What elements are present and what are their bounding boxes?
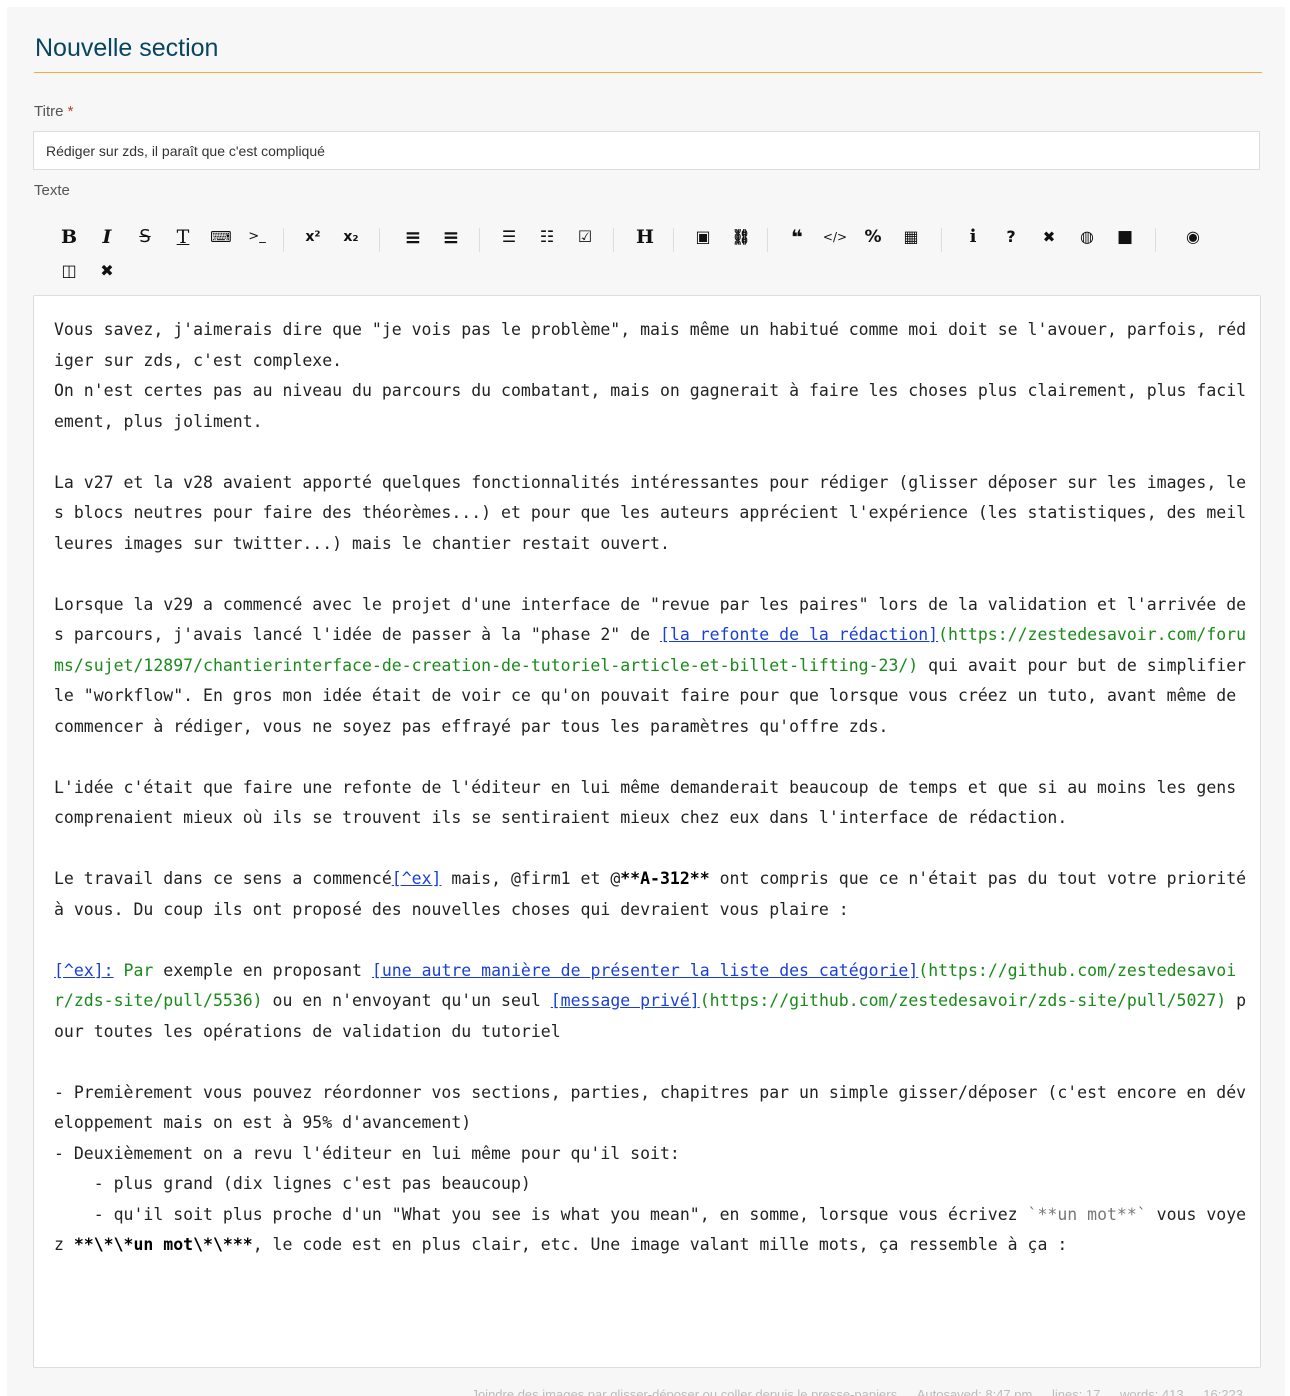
drop-hint: Joindre des images par glisser-déposer o…: [471, 1387, 898, 1396]
toolbar-separator: [613, 228, 614, 252]
markdown-link-url: (https://github.com/zestedesavoir/zds-si…: [699, 991, 1227, 1010]
toolbar-separator: [1155, 228, 1156, 252]
list-item: - plus grand (dix lignes c'est pas beauc…: [54, 1174, 531, 1193]
image-icon[interactable]: ▣: [689, 223, 717, 251]
editor-text: , le code est en plus clair, etc. Une im…: [252, 1235, 1068, 1254]
question-block-icon[interactable]: ?: [997, 223, 1025, 251]
heading-icon[interactable]: H: [631, 223, 659, 251]
editor-toolbar: B I S T ⌨ >_ x² x₂ ≡ ≡ ☰ ☷ ☑ H ▣ ⛓ ❝ </>…: [55, 223, 1265, 293]
neutral-block-icon[interactable]: ■: [1111, 223, 1139, 251]
editor-text: - qu'il soit plus proche d'un "What you …: [54, 1204, 1028, 1224]
align-right-icon[interactable]: ≡: [437, 223, 465, 251]
strikethrough-icon[interactable]: S: [131, 223, 159, 251]
footnote-text: Par: [113, 960, 154, 980]
editor-status-bar: Joindre des images par glisser-déposer o…: [455, 1387, 1243, 1396]
keyboard-icon[interactable]: ⌨: [207, 223, 235, 251]
section-form-panel: Nouvelle section Titre * Texte B I S T ⌨…: [7, 7, 1285, 1396]
editor-line: Vous savez, j'aimerais dire que "je vois…: [54, 320, 1247, 370]
markdown-strong: **\*\*un mot\*\***: [73, 1235, 253, 1254]
toolbar-separator: [479, 228, 480, 252]
numbered-list-icon[interactable]: ☷: [533, 223, 561, 251]
toolbar-separator: [941, 228, 942, 252]
italic-icon[interactable]: I: [93, 223, 121, 251]
link-icon[interactable]: ⛓: [727, 223, 755, 251]
title-underline: [34, 72, 1262, 73]
cursor-position: 16:223: [1203, 1387, 1243, 1396]
toolbar-row-1: B I S T ⌨ >_ x² x₂ ≡ ≡ ☰ ☷ ☑ H ▣ ⛓ ❝ </>…: [55, 223, 1265, 252]
editor-text: ou en n'envoyant qu'un seul: [262, 991, 551, 1010]
subscript-icon[interactable]: x₂: [337, 223, 365, 251]
footnote-definition-ref: [^ex]:: [54, 960, 114, 980]
editor-line: La v27 et la v28 avaient apporté quelque…: [54, 472, 1247, 553]
checklist-icon[interactable]: ☑: [571, 223, 599, 251]
superscript-icon[interactable]: x²: [299, 223, 327, 251]
abbreviation-icon[interactable]: T: [169, 223, 197, 251]
editor-content[interactable]: Vous savez, j'aimerais dire que "je vois…: [54, 315, 1254, 1261]
markdown-link-text: [une autre manière de présenter la liste…: [371, 960, 919, 980]
editor-line: On n'est certes pas au niveau du parcour…: [54, 381, 1247, 431]
eye-icon[interactable]: ◉: [1179, 223, 1207, 251]
text-label: Texte: [34, 182, 70, 199]
toolbar-separator: [379, 228, 380, 252]
list-item: - Premièrement vous pouvez réordonner vo…: [54, 1082, 1247, 1133]
toolbar-separator: [673, 228, 674, 252]
editor-line: L'idée c'était que faire une refonte de …: [54, 777, 1247, 828]
fullscreen-icon[interactable]: ✖: [93, 257, 121, 285]
page: Nouvelle section Titre * Texte B I S T ⌨…: [0, 0, 1290, 1396]
quote-icon[interactable]: ❝: [783, 223, 811, 251]
table-icon[interactable]: ▦: [897, 223, 925, 251]
toolbar-row-2: ◫ ✖: [55, 257, 255, 285]
editor-text: Le travail dans ce sens a commencé: [54, 869, 392, 888]
title-input[interactable]: [33, 131, 1260, 170]
title-label-text: Titre: [34, 103, 64, 120]
list-item: - Deuxièmement on a revu l'éditeur en lu…: [54, 1143, 680, 1163]
math-icon[interactable]: %: [859, 223, 887, 251]
line-count: lines: 17: [1051, 1387, 1101, 1396]
error-block-icon[interactable]: ✖: [1035, 223, 1063, 251]
markdown-link-text: [message privé]: [550, 991, 700, 1010]
toolbar-separator: [767, 228, 768, 252]
required-mark: *: [67, 103, 74, 120]
word-count: words: 413: [1120, 1387, 1184, 1396]
markdown-editor[interactable]: Vous savez, j'aimerais dire que "je vois…: [33, 295, 1261, 1368]
title-label: Titre *: [34, 103, 73, 120]
code-icon[interactable]: </>: [821, 223, 849, 251]
markdown-link-text: [la refonte de la rédaction]: [659, 625, 939, 644]
autosave-status: Autosaved: 8:47 pm: [916, 1387, 1033, 1396]
terminal-icon[interactable]: >_: [243, 223, 271, 251]
page-title: Nouvelle section: [35, 34, 219, 62]
side-by-side-icon[interactable]: ◫: [55, 257, 83, 285]
info-block-icon[interactable]: i: [959, 223, 987, 251]
editor-text: exemple en proposant: [153, 960, 372, 980]
markdown-strong: **A-312**: [620, 869, 710, 888]
bulleted-list-icon[interactable]: ☰: [495, 223, 523, 251]
markdown-inline-code: `**un mot**`: [1027, 1204, 1147, 1224]
hidden-block-icon[interactable]: ◍: [1073, 223, 1101, 251]
footnote-reference: [^ex]: [391, 869, 442, 888]
toolbar-separator: [283, 228, 284, 252]
align-center-icon[interactable]: ≡: [399, 223, 427, 251]
editor-text: mais, @firm1 et @: [441, 869, 621, 888]
bold-icon[interactable]: B: [55, 223, 83, 251]
